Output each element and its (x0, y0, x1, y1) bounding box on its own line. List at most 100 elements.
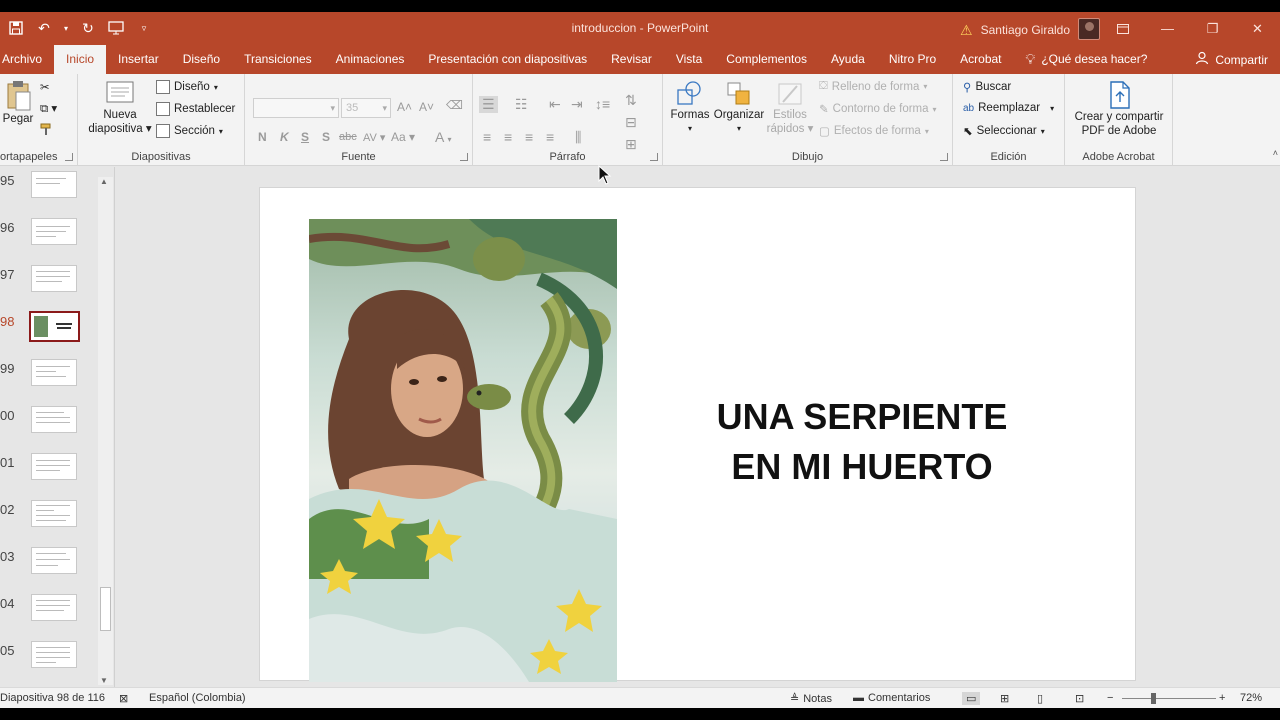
shrink-font-icon[interactable]: A˅ (419, 100, 434, 114)
slideshow-icon[interactable]: ⊡ (1075, 692, 1084, 705)
italic-button[interactable]: K (280, 130, 289, 144)
char-spacing-button[interactable]: AV ▾ (363, 131, 385, 144)
bold-button[interactable]: N (258, 130, 267, 144)
collapse-ribbon-icon[interactable]: ˄ (1273, 148, 1278, 158)
tell-me-box[interactable]: 💡︎ ¿Qué desea hacer? (1014, 45, 1160, 74)
slide-scrollbar[interactable] (1270, 167, 1280, 687)
thumbnails-scrollbar[interactable]: ▲ ▼ (98, 177, 113, 685)
align-left-icon[interactable]: ≡ (483, 129, 491, 145)
reading-view-icon[interactable]: ▯ (1037, 692, 1043, 705)
spellcheck-icon[interactable]: ⊠ (119, 692, 128, 705)
layout-button[interactable]: Diseño ▾ (156, 80, 218, 94)
thumbnail-97[interactable]: 97 (0, 265, 100, 301)
undo-dropdown-icon[interactable]: ▾ (62, 18, 70, 38)
slide-counter[interactable]: Diapositiva 98 de 116 (0, 692, 105, 704)
shapes-button[interactable]: Formas ▾ (669, 80, 711, 136)
shape-fill-button[interactable]: ⛋ Relleno de forma ▾ (819, 80, 927, 93)
align-center-icon[interactable]: ≡ (504, 129, 512, 145)
tab-acrobat[interactable]: Acrobat (948, 45, 1013, 74)
font-launcher-icon[interactable] (460, 153, 468, 161)
font-name-select[interactable]: ▾ (253, 98, 339, 118)
thumbnail-103[interactable]: 03 (0, 547, 100, 583)
tab-archivo[interactable]: Archivo (0, 45, 54, 74)
new-slide-button[interactable]: Nueva diapositiva ▾ (86, 78, 154, 136)
section-button[interactable]: Sección ▾ (156, 124, 223, 138)
tab-presentacion[interactable]: Presentación con diapositivas (416, 45, 599, 74)
find-button[interactable]: ⚲ Buscar (963, 80, 1011, 94)
format-painter-icon[interactable] (40, 122, 54, 136)
scrollbar-thumb[interactable] (100, 587, 111, 631)
slide-thumbnail[interactable] (31, 594, 77, 621)
share-button[interactable]: Compartir (1195, 45, 1280, 74)
thumbnail-95[interactable]: 95 (0, 171, 100, 207)
reset-button[interactable]: Restablecer (156, 102, 235, 116)
slide-illustration[interactable] (309, 219, 617, 682)
zoom-level[interactable]: 72% (1240, 692, 1262, 704)
thumbnail-104[interactable]: 04 (0, 594, 100, 630)
minimize-icon[interactable]: — (1145, 12, 1190, 45)
thumbnail-101[interactable]: 01 (0, 453, 100, 489)
paragraph-launcher-icon[interactable] (650, 153, 658, 161)
thumbnail-102[interactable]: 02 (0, 500, 100, 536)
clipboard-launcher-icon[interactable] (65, 153, 73, 161)
cut-icon[interactable]: ✂ (40, 80, 50, 94)
ribbon-display-options-icon[interactable] (1100, 12, 1145, 45)
numbering-icon[interactable]: ☷ (515, 96, 528, 113)
zoom-out-icon[interactable]: − (1107, 692, 1113, 704)
tab-vista[interactable]: Vista (664, 45, 714, 74)
zoom-slider[interactable] (1122, 698, 1216, 699)
slide-thumbnail[interactable] (31, 641, 77, 668)
slide-title[interactable]: UNA SERPIENTE EN MI HUERTO (660, 392, 1064, 492)
justify-icon[interactable]: ≡ (546, 129, 554, 145)
tab-animaciones[interactable]: Animaciones (324, 45, 417, 74)
scroll-up-icon[interactable]: ▲ (100, 177, 108, 186)
slide-thumbnail[interactable] (31, 218, 77, 245)
language-indicator[interactable]: Español (Colombia) (149, 692, 246, 704)
close-icon[interactable]: ✕ (1235, 12, 1280, 45)
replace-button[interactable]: ab Reemplazar ▾ (963, 102, 1054, 114)
shape-outline-button[interactable]: ✎ Contorno de forma ▾ (819, 102, 937, 116)
redo-icon[interactable]: ↻ (78, 18, 98, 38)
notes-button[interactable]: ≜ Notas (790, 692, 832, 706)
paste-button[interactable]: Pegar (2, 80, 34, 126)
slide-sorter-icon[interactable]: ⊞ (1000, 692, 1009, 705)
font-color-button[interactable]: A ▾ (435, 129, 451, 145)
customize-qat-icon[interactable]: ▿ (134, 18, 154, 38)
slide-thumbnail[interactable] (31, 171, 77, 198)
change-case-button[interactable]: Aa ▾ (391, 130, 415, 144)
underline-button[interactable]: S (301, 130, 309, 144)
tab-transiciones[interactable]: Transiciones (232, 45, 324, 74)
slide-thumbnail[interactable] (31, 265, 77, 292)
warning-icon[interactable]: ⚠ (960, 22, 973, 39)
grow-font-icon[interactable]: A˄ (397, 100, 412, 114)
drawing-launcher-icon[interactable] (940, 153, 948, 161)
tab-nitro-pro[interactable]: Nitro Pro (877, 45, 948, 74)
restore-icon[interactable]: ❐ (1190, 12, 1235, 45)
slide-thumbnail[interactable] (31, 359, 77, 386)
user-area[interactable]: ⚠ Santiago Giraldo (960, 18, 1100, 40)
slide-thumbnail[interactable] (31, 453, 77, 480)
create-pdf-button[interactable]: Crear y compartir PDF de Adobe (1069, 80, 1169, 138)
undo-icon[interactable]: ↶ (34, 18, 54, 38)
decrease-indent-icon[interactable]: ⇤ (549, 96, 561, 113)
bullets-icon[interactable]: ☰ (479, 96, 498, 113)
slide-thumbnail[interactable] (31, 547, 77, 574)
shadow-button[interactable]: S (322, 130, 330, 144)
quick-styles-button[interactable]: Estilos rápidos ▾ (765, 80, 815, 136)
save-icon[interactable] (6, 18, 26, 38)
normal-view-icon[interactable]: ▭ (962, 692, 981, 705)
tab-diseno[interactable]: Diseño (171, 45, 232, 74)
avatar[interactable] (1078, 18, 1100, 40)
thumbnail-99[interactable]: 99 (0, 359, 100, 395)
thumbnail-96[interactable]: 96 (0, 218, 100, 254)
align-right-icon[interactable]: ≡ (525, 129, 533, 145)
tab-inicio[interactable]: Inicio (54, 45, 107, 74)
shape-effects-button[interactable]: ▢ Efectos de forma ▾ (819, 124, 929, 138)
tab-revisar[interactable]: Revisar (599, 45, 664, 74)
slide-thumbnail-selected[interactable] (29, 311, 80, 342)
columns-icon[interactable]: ⫼ (575, 129, 581, 146)
slide-canvas[interactable]: UNA SERPIENTE EN MI HUERTO (259, 187, 1136, 682)
increase-indent-icon[interactable]: ⇥ (571, 96, 583, 113)
scroll-down-icon[interactable]: ▼ (100, 676, 108, 685)
align-text-icon[interactable]: ⊟ (625, 114, 637, 131)
